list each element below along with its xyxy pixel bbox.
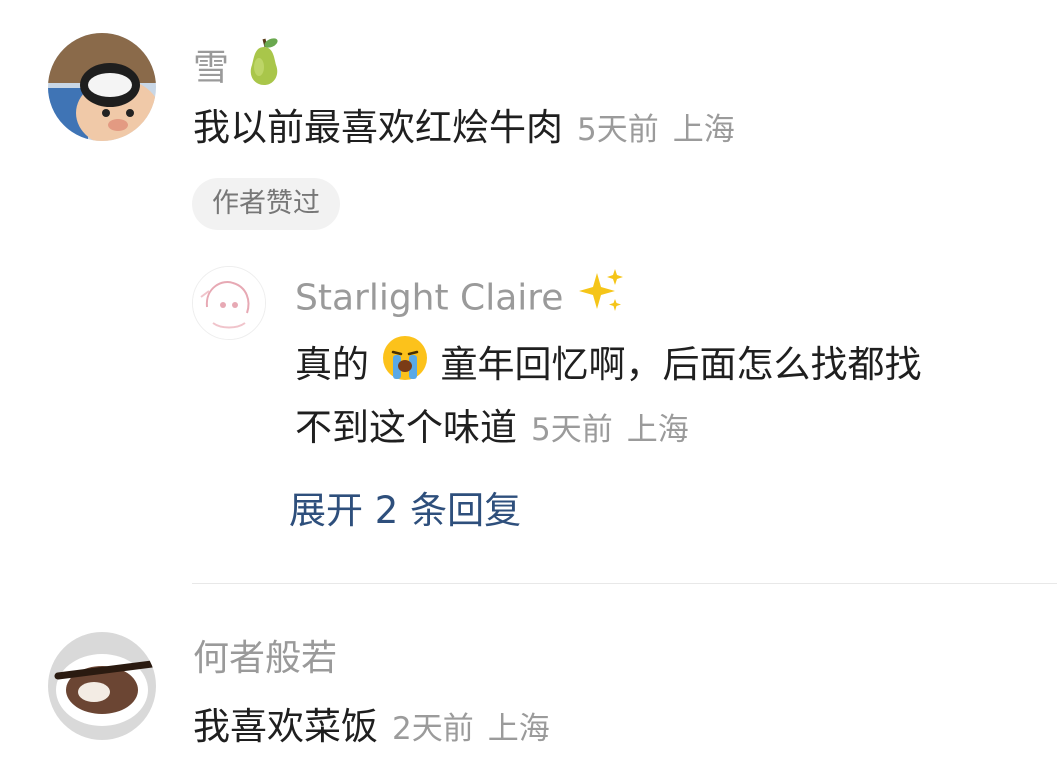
expand-replies-button[interactable]: 展开 2 条回复 [289, 488, 521, 534]
avatar[interactable] [48, 632, 156, 740]
avatar[interactable] [48, 33, 156, 141]
comment-meta: 5天前 上海 [577, 112, 735, 148]
avatar-image [48, 33, 156, 141]
pear-icon [240, 35, 288, 98]
comment-time: 2天前 [392, 711, 474, 747]
author-liked-badge: 作者赞过 [192, 178, 340, 230]
reply-avatar[interactable] [192, 266, 266, 340]
reply-location: 上海 [626, 412, 689, 448]
avatar-image [193, 267, 265, 339]
reply-time: 5天前 [531, 412, 613, 448]
comment-text: 我以前最喜欢红烩牛肉 5天前 上海 [193, 106, 735, 149]
comment-location: 上海 [487, 711, 550, 747]
comment-meta: 2天前 上海 [392, 711, 550, 747]
comment-username[interactable]: 何者般若 [193, 637, 337, 681]
avatar-image [48, 632, 156, 740]
reply-username[interactable]: Starlight Claire [295, 267, 625, 329]
sparkles-icon [575, 267, 625, 326]
comment-divider [192, 583, 1057, 584]
reply-meta: 5天前 上海 [531, 412, 689, 448]
reply-text-line1: 真的 童年回忆啊，后面怎么找都找 [295, 334, 922, 396]
reply-text-line2: 不到这个味道 5天前 上海 [295, 406, 689, 449]
comment-text: 我喜欢菜饭 2天前 上海 [193, 705, 550, 748]
comment-thread: 雪 我以前最喜欢红烩牛肉 5天前 上海 作者赞过 Starlight Claire [0, 0, 1057, 769]
comment-time: 5天前 [577, 112, 659, 148]
comment-username[interactable]: 雪 [193, 38, 288, 101]
comment-location: 上海 [672, 112, 735, 148]
loudly-crying-face-icon [381, 334, 429, 393]
